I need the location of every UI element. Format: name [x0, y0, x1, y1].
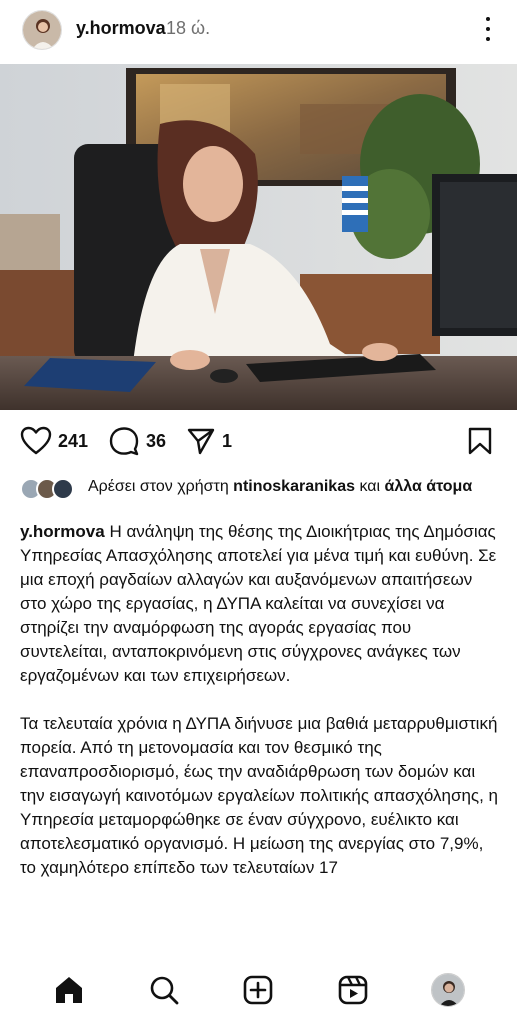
more-vertical-icon[interactable] [481, 14, 495, 44]
author-username[interactable]: y.hormova [76, 18, 166, 39]
comment-count[interactable]: 36 [146, 431, 166, 452]
caption-username[interactable]: y.hormova [20, 522, 105, 541]
author-avatar[interactable] [22, 10, 62, 50]
liker-avatar [52, 478, 74, 500]
share-count[interactable]: 1 [222, 431, 232, 452]
reels-icon[interactable] [333, 970, 373, 1010]
heart-icon [20, 426, 52, 455]
action-bar: 241 36 1 [0, 420, 517, 464]
home-icon[interactable] [49, 970, 89, 1010]
caption-paragraph-2: Τα τελευταία χρόνια η ΔΥΠΑ διήνυσε μια β… [20, 714, 499, 877]
create-plus-icon[interactable] [238, 970, 278, 1010]
bookmark-icon[interactable] [467, 426, 493, 461]
comment-bubble-icon [109, 427, 139, 456]
share-button[interactable]: 1 [186, 426, 232, 456]
like-button[interactable]: 241 [20, 426, 88, 456]
liked-by-user[interactable]: ntinoskaranikas [233, 478, 355, 495]
liked-by-others[interactable]: άλλα άτομα [385, 478, 473, 495]
liked-by[interactable]: Αρέσει στον χρήστη ntinoskaranikas και ά… [20, 476, 500, 500]
like-count[interactable]: 241 [58, 431, 88, 452]
caption-paragraph-1: Η ανάληψη της θέσης της Διοικήτριας της … [20, 522, 497, 685]
post-timestamp: 18 ώ. [166, 18, 211, 38]
profile-avatar[interactable] [428, 970, 468, 1010]
post-photo[interactable] [0, 64, 517, 410]
post-header: y.hormova 18 ώ. [0, 0, 517, 62]
liked-by-avatars [20, 476, 80, 500]
paper-plane-icon [187, 428, 215, 455]
comment-button[interactable]: 36 [108, 426, 166, 456]
bottom-nav [0, 956, 517, 1024]
liked-by-prefix: Αρέσει στον χρήστη [88, 478, 229, 495]
post-caption: y.hormova Η ανάληψη της θέσης της Διοική… [20, 520, 500, 880]
search-icon[interactable] [144, 970, 184, 1010]
liked-by-connector: και [359, 478, 381, 495]
